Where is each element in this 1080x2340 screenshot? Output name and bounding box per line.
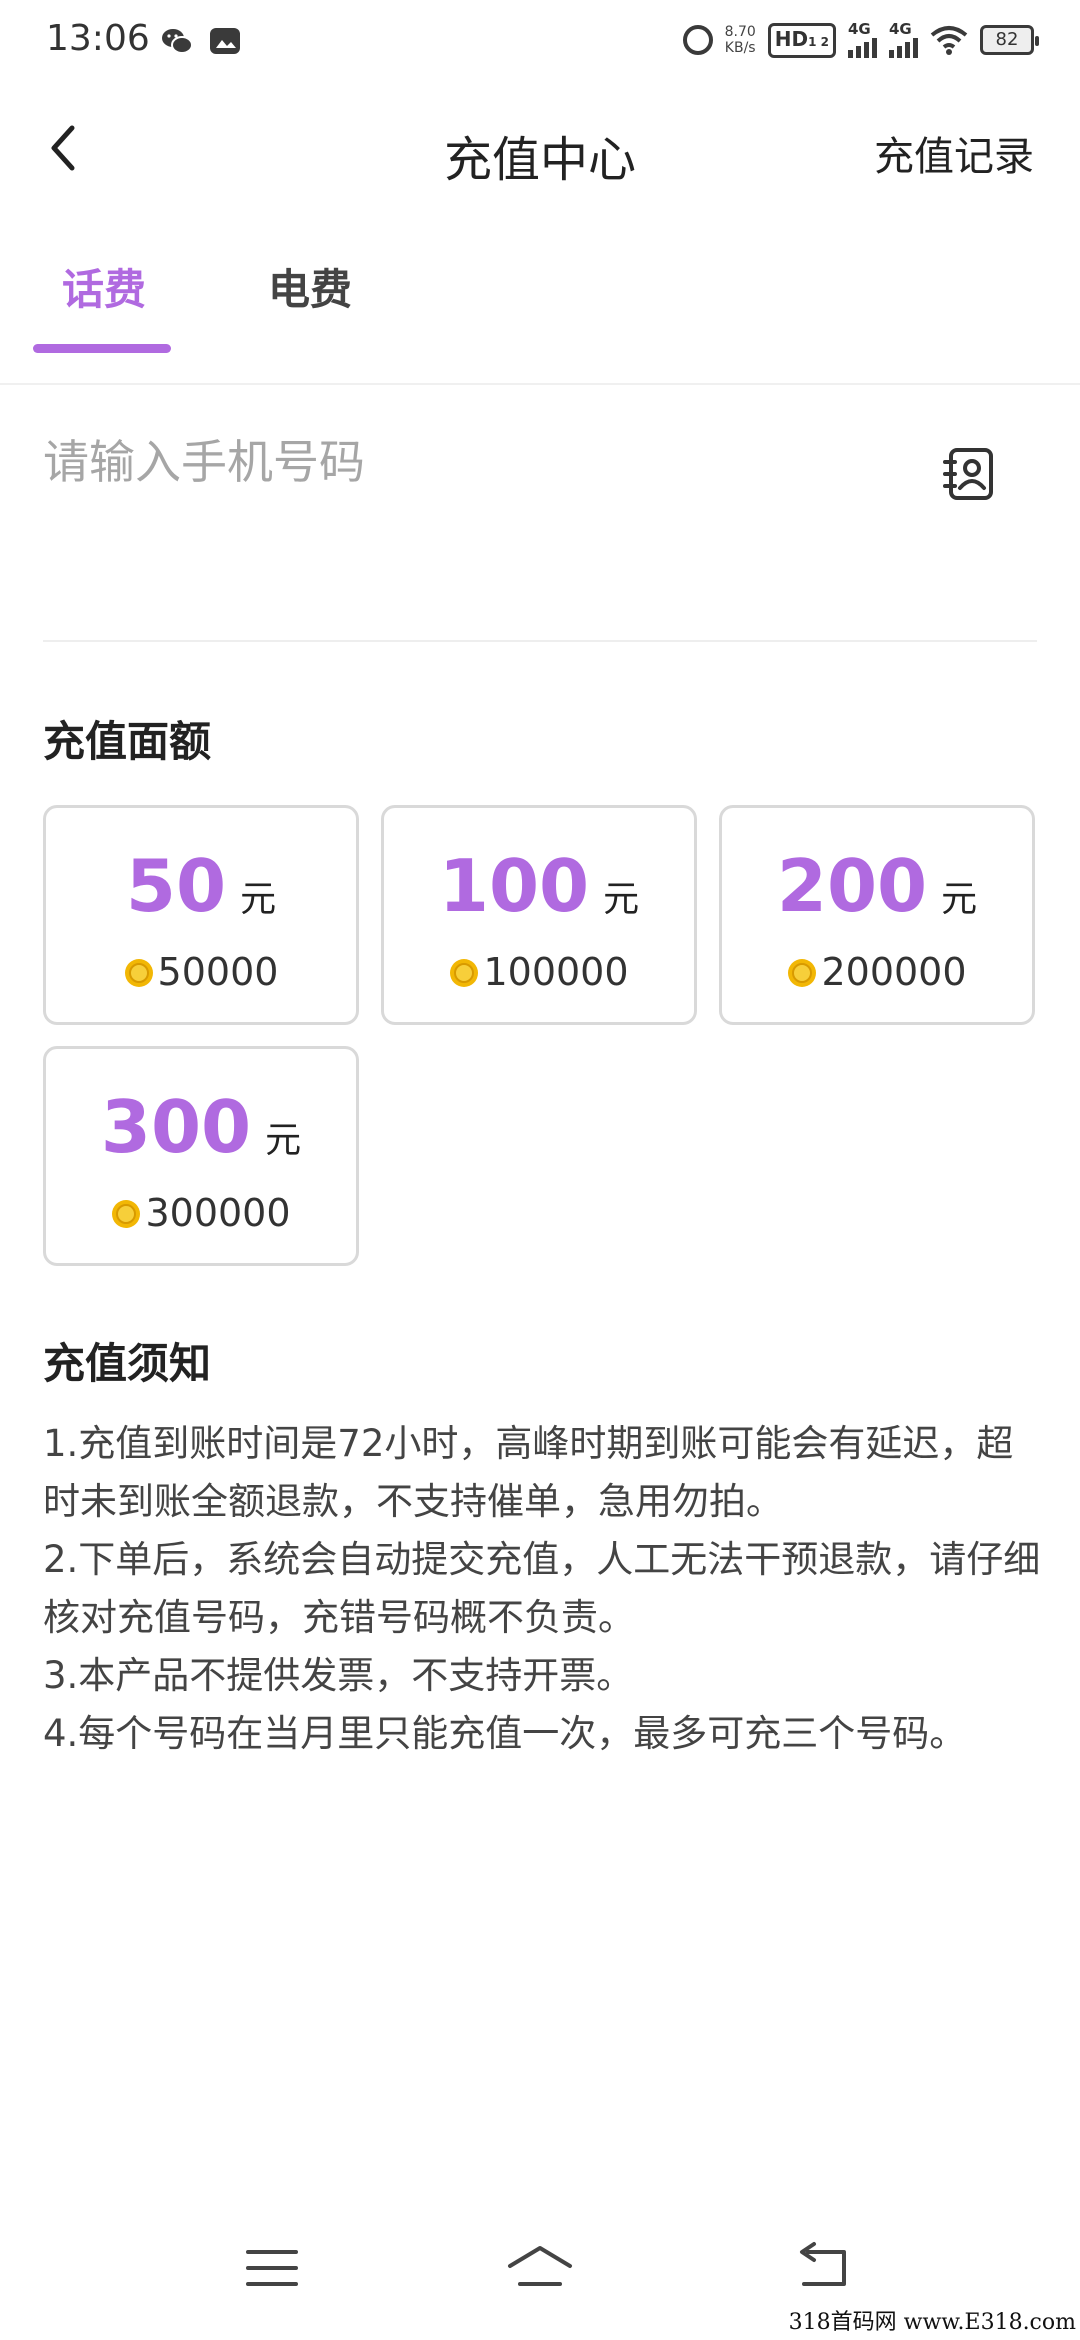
notice-line: 2.下单后，系统会自动提交充值，人工无法干预退款，请仔细核对充值号码，充错号码概…	[43, 1538, 1041, 1639]
coin-icon	[124, 959, 153, 987]
status-bar: 13:06 8.70 KB/s HD1 2 4G 4G 82	[0, 0, 1080, 84]
coin-icon	[450, 959, 479, 987]
alarm-icon	[682, 25, 713, 55]
amount-value: 200	[776, 844, 928, 928]
status-app-icons	[160, 24, 242, 58]
address-book-icon[interactable]	[941, 446, 997, 502]
amount-value: 100	[438, 844, 590, 928]
watermark: 318首码网 www.E318.com	[788, 2310, 1076, 2335]
amount-unit: 元	[603, 879, 640, 920]
phone-number-input[interactable]	[43, 426, 903, 498]
amount-option-100[interactable]: 100 元 100000	[381, 805, 697, 1025]
coin-icon	[788, 959, 817, 987]
status-time: 13:06	[46, 18, 150, 59]
net-speed-unit: KB/s	[724, 40, 756, 56]
notice-line: 3.本产品不提供发票，不支持开票。	[43, 1654, 634, 1697]
notice-text: 1.充值到账时间是72小时，高峰时期到账可能会有延迟，超时未到账全额退款，不支持…	[43, 1415, 1043, 1763]
status-indicators: 8.70 KB/s HD1 2 4G 4G 82	[682, 20, 1039, 58]
signal-icon-2: 4G	[889, 20, 918, 58]
gallery-icon	[210, 28, 240, 54]
hd-label: HD	[774, 26, 809, 51]
amount-unit: 元	[265, 1120, 302, 1161]
amount-unit: 元	[240, 879, 277, 920]
signal-icon-1: 4G	[848, 20, 877, 58]
amount-value: 50	[125, 844, 227, 928]
battery-icon: 82	[980, 25, 1039, 55]
hd-sub: 1 2	[808, 34, 829, 49]
net-speed: 8.70 KB/s	[725, 24, 756, 56]
wechat-icon	[162, 29, 193, 54]
tab-bar: 话费 电费	[0, 240, 1080, 385]
notice-line: 4.每个号码在当月里只能充值一次，最多可充三个号码。	[43, 1712, 967, 1755]
home-icon[interactable]	[504, 2240, 576, 2296]
amount-value: 300	[100, 1085, 252, 1169]
coin-amount: 200000	[821, 950, 967, 994]
net-speed-value: 8.70	[724, 24, 756, 40]
tab-active-indicator	[33, 344, 171, 353]
notice-line: 1.充值到账时间是72小时，高峰时期到账可能会有延迟，超时未到账全额退款，不支持…	[43, 1422, 1014, 1523]
coin-amount: 300000	[145, 1191, 291, 1235]
tab-phone-bill[interactable]: 话费	[62, 256, 146, 317]
amount-unit: 元	[941, 879, 978, 920]
coin-amount: 100000	[483, 950, 629, 994]
amount-option-200[interactable]: 200 元 200000	[719, 805, 1035, 1025]
coin-icon	[112, 1200, 141, 1228]
back-icon[interactable]	[790, 2240, 854, 2296]
wifi-icon	[930, 26, 968, 55]
amount-option-300[interactable]: 300 元 300000	[43, 1046, 359, 1266]
amount-option-50[interactable]: 50 元 50000	[43, 805, 359, 1025]
menu-icon[interactable]	[240, 2240, 304, 2296]
app-header: 充值中心 充值记录	[0, 90, 1080, 210]
recharge-record-link[interactable]: 充值记录	[874, 124, 1034, 182]
network-type-1: 4G	[848, 20, 871, 38]
notice-section-title: 充值须知	[43, 1339, 212, 1388]
coin-amount: 50000	[157, 950, 279, 994]
hd-icon: HD1 2	[767, 22, 836, 58]
network-type-2: 4G	[889, 20, 912, 38]
phone-input-row	[43, 386, 1037, 642]
amount-section-title: 充值面额	[43, 717, 212, 766]
tab-electricity-bill[interactable]: 电费	[268, 256, 352, 317]
